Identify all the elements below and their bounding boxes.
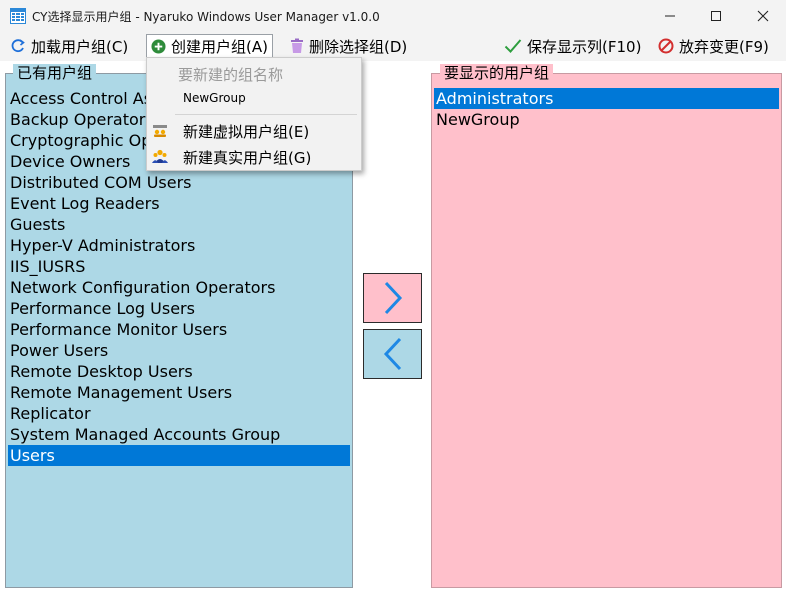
trash-icon bbox=[291, 38, 303, 53]
group-name-input[interactable]: 要新建的组名称 bbox=[178, 64, 283, 85]
display-groups-panel: 要显示的用户组 Administrators NewGroup bbox=[431, 64, 782, 588]
list-item[interactable]: Performance Log Users bbox=[8, 298, 350, 319]
new-real-group-item[interactable]: 新建真实用户组(G) bbox=[147, 144, 361, 168]
add-to-display-button[interactable] bbox=[363, 273, 422, 323]
delete-group-button[interactable]: 删除选择组(D) bbox=[286, 34, 411, 58]
list-item-selected[interactable]: Users bbox=[8, 445, 350, 466]
close-icon bbox=[757, 10, 769, 21]
new-virtual-group-label: 新建虚拟用户组(E) bbox=[183, 123, 310, 141]
menu-divider bbox=[175, 114, 357, 115]
list-item[interactable]: Performance Monitor Users bbox=[8, 319, 350, 340]
app-grid-icon bbox=[10, 8, 26, 24]
discard-changes-label: 放弃变更(F9) bbox=[679, 37, 769, 56]
list-item[interactable]: Hyper-V Administrators bbox=[8, 235, 350, 256]
prohibited-icon bbox=[658, 38, 674, 54]
delete-group-label: 删除选择组(D) bbox=[309, 37, 408, 56]
create-group-menu: 要新建的组名称 NewGroup 新建虚拟用户组(E) 新建真实用户组(G) bbox=[146, 57, 362, 171]
list-item[interactable]: Remote Management Users bbox=[8, 382, 350, 403]
create-group-label: 创建用户组(A) bbox=[171, 37, 268, 56]
save-display-button[interactable]: 保存显示列(F10) bbox=[500, 34, 645, 58]
list-item[interactable]: Distributed COM Users bbox=[8, 172, 350, 193]
new-real-group-label: 新建真实用户组(G) bbox=[183, 149, 312, 167]
load-groups-label: 加载用户组(C) bbox=[31, 37, 129, 56]
refresh-icon bbox=[11, 39, 25, 53]
list-item[interactable]: Network Configuration Operators bbox=[8, 277, 350, 298]
list-item[interactable]: IIS_IUSRS bbox=[8, 256, 350, 277]
maximize-icon bbox=[711, 10, 721, 21]
existing-groups-title: 已有用户组 bbox=[13, 64, 97, 82]
plus-circle-icon bbox=[151, 38, 166, 54]
toolbar: 加载用户组(C) 创建用户组(A) 删除选择组(D) 保存显示列(F10) 放弃… bbox=[0, 31, 786, 61]
virtual-group-icon bbox=[153, 125, 167, 137]
close-button[interactable] bbox=[740, 0, 786, 31]
list-item[interactable]: Remote Desktop Users bbox=[8, 361, 350, 382]
list-item[interactable]: Replicator bbox=[8, 403, 350, 424]
list-item[interactable]: Guests bbox=[8, 214, 350, 235]
discard-changes-button[interactable]: 放弃变更(F9) bbox=[654, 34, 773, 58]
real-group-icon bbox=[152, 149, 168, 163]
list-item[interactable]: NewGroup bbox=[434, 109, 779, 130]
display-groups-title: 要显示的用户组 bbox=[440, 64, 554, 82]
chevron-left-icon bbox=[383, 337, 401, 371]
minimize-icon bbox=[665, 15, 675, 16]
save-display-label: 保存显示列(F10) bbox=[527, 37, 642, 56]
maximize-button[interactable] bbox=[693, 0, 739, 31]
list-item-selected[interactable]: Administrators bbox=[434, 88, 779, 109]
title-bar: CY选择显示用户组 - Nyaruko Windows User Manager… bbox=[0, 0, 786, 31]
remove-from-display-button[interactable] bbox=[363, 329, 422, 379]
display-groups-list[interactable]: Administrators NewGroup bbox=[434, 88, 779, 130]
new-virtual-group-item[interactable]: 新建虚拟用户组(E) bbox=[147, 118, 361, 142]
group-name-value[interactable]: NewGroup bbox=[183, 91, 246, 105]
minimize-button[interactable] bbox=[647, 0, 693, 31]
list-item[interactable]: System Managed Accounts Group bbox=[8, 424, 350, 445]
checkmark-icon bbox=[504, 39, 522, 53]
list-item[interactable]: Event Log Readers bbox=[8, 193, 350, 214]
create-group-button[interactable]: 创建用户组(A) bbox=[146, 34, 273, 58]
load-groups-button[interactable]: 加载用户组(C) bbox=[6, 34, 132, 58]
window-title: CY选择显示用户组 - Nyaruko Windows User Manager… bbox=[32, 10, 380, 24]
list-item[interactable]: Power Users bbox=[8, 340, 350, 361]
chevron-right-icon bbox=[384, 281, 402, 315]
